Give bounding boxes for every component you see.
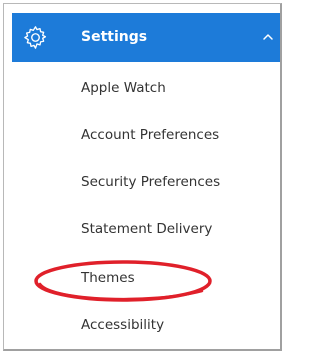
menu-item-label: Statement Delivery xyxy=(81,221,213,237)
settings-menu-panel: Settings Apple Watch Account Preferences… xyxy=(3,3,282,351)
menu-item-accessibility[interactable]: Accessibility xyxy=(12,302,280,349)
gear-icon xyxy=(24,26,47,49)
menu-item-account-preferences[interactable]: Account Preferences xyxy=(12,112,280,159)
menu-item-label: Accessibility xyxy=(81,317,165,333)
menu-item-label: Security Preferences xyxy=(81,174,221,190)
menu-item-label: Apple Watch xyxy=(81,80,166,96)
settings-title: Settings xyxy=(81,29,148,45)
settings-header[interactable]: Settings xyxy=(12,13,280,62)
menu-item-themes[interactable]: Themes xyxy=(12,255,280,302)
chevron-up-icon[interactable] xyxy=(261,31,275,43)
menu-item-apple-watch[interactable]: Apple Watch xyxy=(12,65,280,112)
menu-item-statement-delivery[interactable]: Statement Delivery xyxy=(12,206,280,253)
menu-item-security-preferences[interactable]: Security Preferences xyxy=(12,159,280,206)
menu-item-label: Account Preferences xyxy=(81,127,220,143)
menu-item-label: Themes xyxy=(81,270,135,286)
